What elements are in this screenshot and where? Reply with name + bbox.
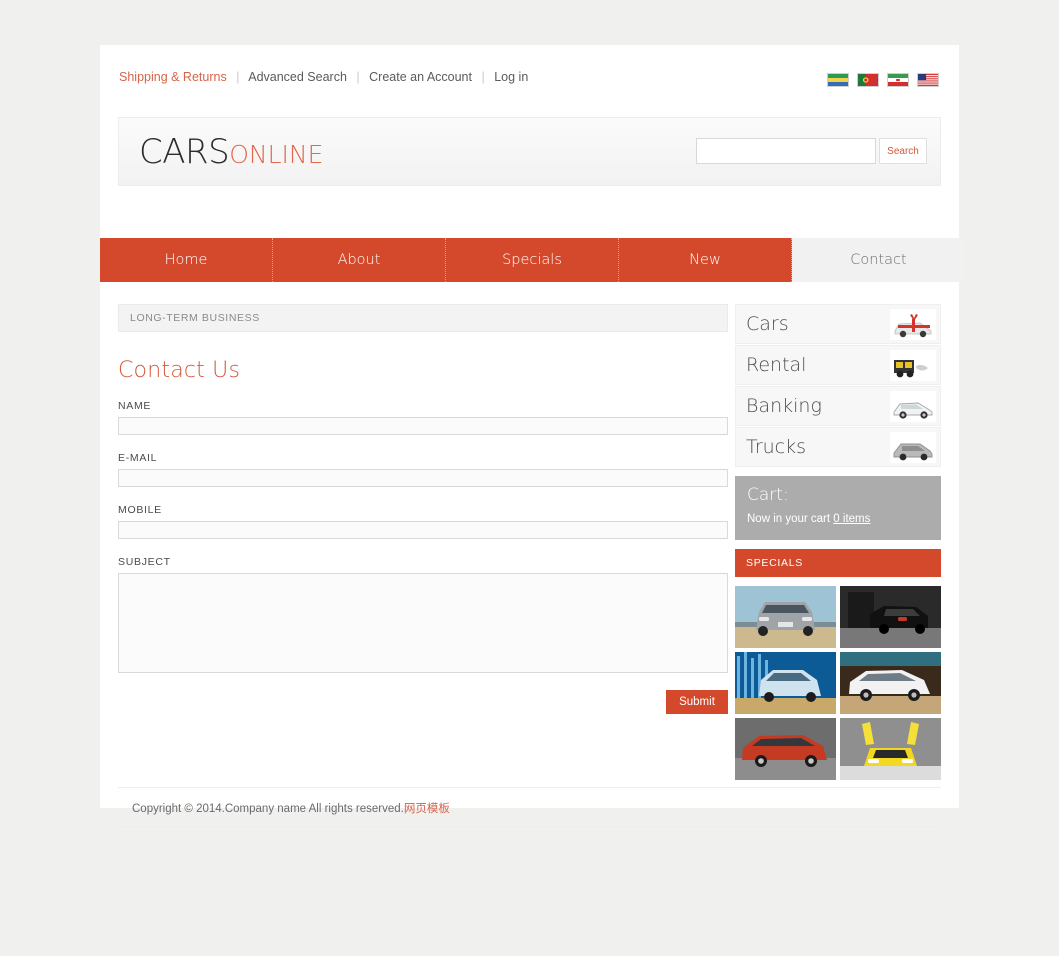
flag-gabon-icon[interactable]	[827, 73, 849, 87]
sidebar-item-label: Rental	[746, 354, 807, 376]
subject-textarea[interactable]	[118, 573, 728, 673]
sidebar-item-trucks[interactable]: Trucks	[735, 427, 941, 467]
nav-item-contact[interactable]: Contact	[792, 238, 965, 282]
breadcrumb: LONG-TERM BUSINESS	[118, 304, 728, 332]
utility-bar: Shipping & Returns | Advanced Search | C…	[100, 45, 959, 117]
specials-thumb-silver-sedan-front[interactable]	[735, 586, 836, 648]
site-container: Shipping & Returns | Advanced Search | C…	[100, 45, 965, 827]
link-shipping-returns[interactable]: Shipping & Returns	[119, 70, 227, 84]
link-separator: |	[481, 70, 485, 84]
label-mobile: MOBILE	[118, 504, 162, 516]
grey-car-icon	[890, 432, 936, 463]
flag-iran-icon[interactable]	[887, 73, 909, 87]
car-with-ribbon-icon	[890, 309, 936, 340]
nav-item-about[interactable]: About	[273, 238, 446, 282]
search-form: Search	[696, 138, 927, 164]
specials-thumb-yellow-supercar[interactable]	[840, 718, 941, 780]
white-coupe-icon	[890, 391, 936, 422]
specials-thumb-blue-sedan-splash[interactable]	[735, 652, 836, 714]
link-create-account[interactable]: Create an Account	[369, 70, 472, 84]
utility-links: Shipping & Returns | Advanced Search | C…	[119, 70, 528, 84]
yellow-truck-icon	[890, 350, 936, 381]
logo-primary-text: CARS	[139, 132, 230, 172]
sidebar-item-label: Banking	[746, 395, 822, 417]
link-separator: |	[356, 70, 360, 84]
page-title: Contact Us	[118, 358, 241, 383]
search-input[interactable]	[696, 138, 876, 164]
submit-button[interactable]: Submit	[666, 690, 728, 714]
label-name: NAME	[118, 400, 152, 412]
specials-header: SPECIALS	[735, 549, 941, 577]
name-input[interactable]	[118, 417, 728, 435]
flag-portugal-icon[interactable]	[857, 73, 879, 87]
cart-widget[interactable]: Cart: Now in your cart 0 items	[735, 476, 941, 540]
language-flags	[827, 73, 939, 87]
page-root: Shipping & Returns | Advanced Search | C…	[0, 0, 1059, 956]
nav-item-home[interactable]: Home	[100, 238, 273, 282]
sidebar-item-cars[interactable]: Cars	[735, 304, 941, 344]
submit-row: Submit	[118, 690, 728, 714]
sidebar-item-rental[interactable]: Rental	[735, 345, 941, 385]
copyright: Copyright © 2014.Company name All rights…	[132, 800, 450, 816]
link-advanced-search[interactable]: Advanced Search	[248, 70, 347, 84]
link-log-in[interactable]: Log in	[494, 70, 528, 84]
specials-thumb-red-hatchback[interactable]	[735, 718, 836, 780]
header-strip: CARSONLINE Search	[118, 117, 941, 186]
label-subject: SUBJECT	[118, 556, 171, 568]
footer: Copyright © 2014.Company name All rights…	[118, 787, 941, 827]
main-navigation: Home About Specials New Contact	[100, 238, 965, 282]
copyright-text: Copyright © 2014.Company name All rights…	[132, 803, 404, 815]
nav-item-specials[interactable]: Specials	[446, 238, 619, 282]
cart-summary: Now in your cart 0 items	[747, 513, 870, 525]
nav-item-new[interactable]: New	[619, 238, 792, 282]
specials-thumb-white-coupe[interactable]	[840, 652, 941, 714]
sidebar-item-label: Trucks	[746, 436, 807, 458]
search-button[interactable]: Search	[879, 138, 927, 164]
label-email: E-MAIL	[118, 452, 158, 464]
link-separator: |	[236, 70, 240, 84]
mobile-input[interactable]	[118, 521, 728, 539]
flag-usa-icon[interactable]	[917, 73, 939, 87]
main-column: LONG-TERM BUSINESS Contact Us NAME E-MAI…	[118, 304, 728, 714]
specials-thumb-black-sedan-rear[interactable]	[840, 586, 941, 648]
footer-template-link[interactable]: 网页模板	[404, 803, 450, 815]
logo-secondary-text: ONLINE	[229, 140, 324, 169]
cart-items-link[interactable]: 0 items	[833, 513, 870, 525]
cart-title: Cart:	[747, 485, 789, 505]
cart-summary-text: Now in your cart	[747, 513, 831, 525]
site-logo[interactable]: CARSONLINE	[139, 132, 323, 175]
sidebar-item-label: Cars	[746, 313, 789, 335]
specials-grid	[735, 586, 941, 780]
sidebar-item-banking[interactable]: Banking	[735, 386, 941, 426]
sidebar: Cars Rental Banking Trucks Cart: Now in …	[735, 304, 941, 780]
email-input[interactable]	[118, 469, 728, 487]
